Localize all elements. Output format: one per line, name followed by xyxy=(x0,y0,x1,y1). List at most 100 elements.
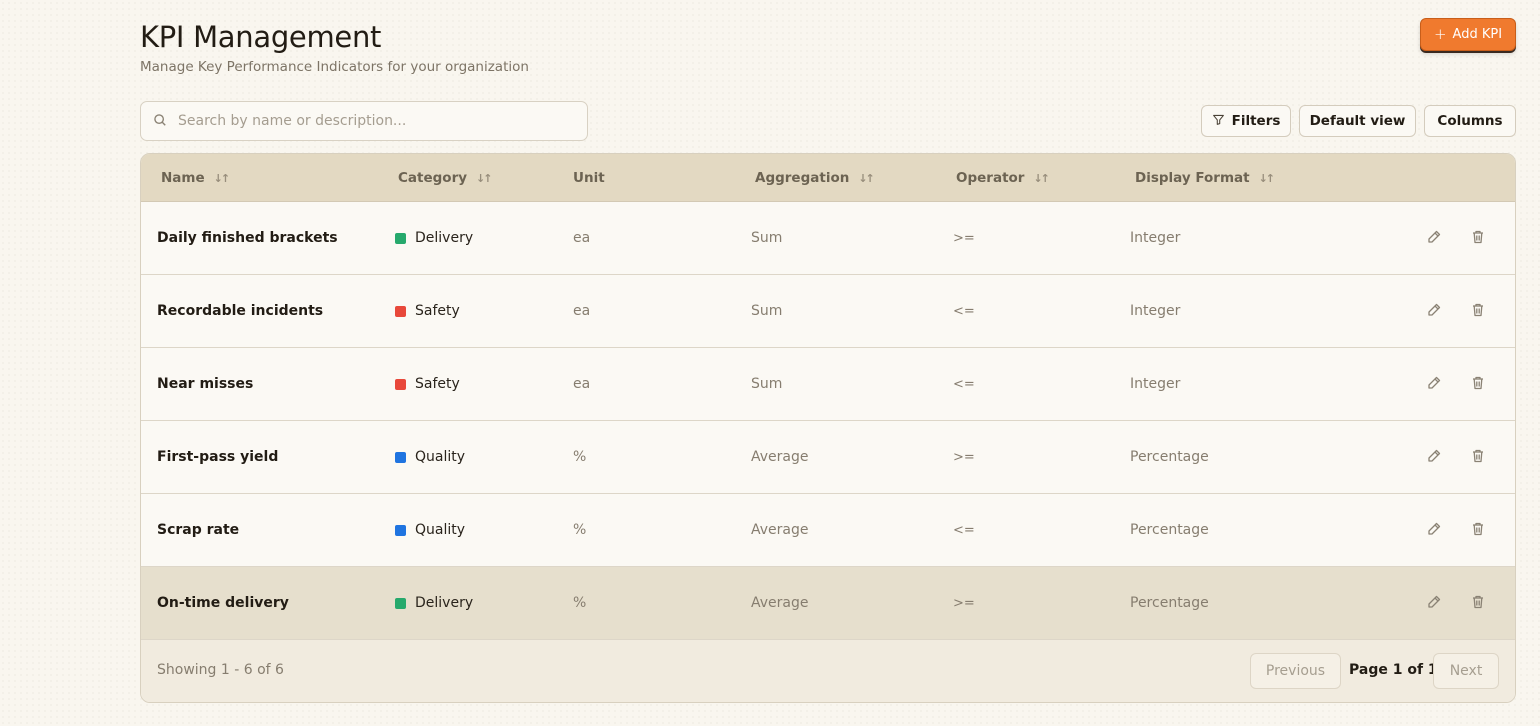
edit-icon[interactable] xyxy=(1426,302,1444,320)
category-color-swatch xyxy=(395,597,406,609)
table-row[interactable]: Near misses Safety ea Sum <= Integer xyxy=(141,348,1515,421)
kpi-operator: >= xyxy=(953,449,975,465)
default-view-button[interactable]: Default view xyxy=(1299,105,1416,137)
edit-icon[interactable] xyxy=(1426,375,1444,393)
kpi-display-format: Percentage xyxy=(1130,449,1209,465)
column-header-label: Unit xyxy=(573,170,605,186)
kpi-display-format: Integer xyxy=(1130,303,1181,319)
category-color-swatch xyxy=(395,378,406,390)
kpi-operator: <= xyxy=(953,522,975,538)
columns-label: Columns xyxy=(1437,113,1503,129)
kpi-unit: ea xyxy=(573,230,591,246)
trash-icon[interactable] xyxy=(1470,521,1488,539)
kpi-management-page: KPI Management Manage Key Performance In… xyxy=(0,0,1540,726)
sort-icon: ↓↑ xyxy=(1258,171,1276,185)
edit-icon[interactable] xyxy=(1426,229,1444,247)
filters-label: Filters xyxy=(1231,113,1281,129)
table-footer: Showing 1 - 6 of 6 Previous Page 1 of 1 … xyxy=(141,640,1515,702)
column-header-label: Operator xyxy=(956,170,1025,186)
edit-icon[interactable] xyxy=(1426,594,1444,612)
kpi-name: Near misses xyxy=(157,376,254,392)
kpi-name: Daily finished brackets xyxy=(157,230,338,246)
kpi-unit: % xyxy=(573,522,587,538)
kpi-unit: % xyxy=(573,595,587,611)
kpi-display-format: Integer xyxy=(1130,376,1181,392)
table-row[interactable]: On-time delivery Delivery% Average >= Percen… xyxy=(141,567,1515,640)
kpi-display-format: Percentage xyxy=(1130,522,1209,538)
previous-button[interactable]: Previous xyxy=(1250,653,1341,689)
search-box xyxy=(140,101,588,141)
filter-icon xyxy=(1212,113,1225,130)
showing-count: Showing 1 - 6 of 6 xyxy=(157,662,284,678)
kpi-name: On-time delivery xyxy=(157,595,289,611)
kpi-name: Recordable incidents xyxy=(157,303,324,319)
kpi-table: Name ↓↑ Category ↓↑ Unit Aggregation ↓↑ … xyxy=(140,153,1516,703)
page-info: Page 1 of 1 xyxy=(1349,662,1438,678)
trash-icon[interactable] xyxy=(1470,375,1488,393)
column-header-label: Name xyxy=(161,170,205,186)
filters-button[interactable]: Filters xyxy=(1201,105,1291,137)
kpi-aggregation: Average xyxy=(751,595,809,611)
column-header-aggregation[interactable]: Aggregation ↓↑ xyxy=(755,154,875,202)
table-row[interactable]: Recordable incidents Safety ea Sum <= Integer xyxy=(141,275,1515,348)
category-label: Safety xyxy=(415,303,460,319)
table-row[interactable]: First-pass yield Quality% Average >= Percent… xyxy=(141,421,1515,494)
kpi-name: First-pass yield xyxy=(157,449,279,465)
column-header-name[interactable]: Name ↓↑ xyxy=(161,154,231,202)
kpi-display-format: Integer xyxy=(1130,230,1181,246)
page-subtitle: Manage Key Performance Indicators for yo… xyxy=(140,59,529,75)
kpi-category: Safety xyxy=(395,275,460,347)
sort-icon: ↓↑ xyxy=(213,171,231,185)
trash-icon[interactable] xyxy=(1470,448,1488,466)
kpi-name: Scrap rate xyxy=(157,522,240,538)
search-input[interactable] xyxy=(178,113,558,129)
next-button[interactable]: Next xyxy=(1433,653,1499,689)
kpi-category: Quality xyxy=(395,494,465,566)
category-color-swatch xyxy=(395,524,406,536)
edit-icon[interactable] xyxy=(1426,448,1444,466)
kpi-operator: >= xyxy=(953,595,975,611)
kpi-unit: ea xyxy=(573,303,591,319)
category-color-swatch xyxy=(395,305,406,317)
kpi-aggregation: Sum xyxy=(751,376,783,392)
column-header-operator[interactable]: Operator ↓↑ xyxy=(956,154,1050,202)
category-label: Quality xyxy=(415,522,466,538)
table-row[interactable]: Daily finished brackets Delivery ea Sum >= In… xyxy=(141,202,1515,275)
default-view-label: Default view xyxy=(1309,113,1406,129)
category-color-swatch xyxy=(395,451,406,463)
table-header: Name ↓↑ Category ↓↑ Unit Aggregation ↓↑ … xyxy=(141,154,1515,202)
column-header-category[interactable]: Category ↓↑ xyxy=(398,154,493,202)
kpi-aggregation: Average xyxy=(751,522,809,538)
kpi-unit: % xyxy=(573,449,587,465)
column-header-label: Category xyxy=(398,170,468,186)
category-label: Safety xyxy=(415,376,460,392)
column-header-label: Aggregation xyxy=(755,170,850,186)
kpi-aggregation: Average xyxy=(751,449,809,465)
sort-icon: ↓↑ xyxy=(858,171,875,185)
kpi-operator: <= xyxy=(953,303,975,319)
kpi-category: Delivery xyxy=(395,202,473,274)
plus-icon: + xyxy=(1433,25,1447,43)
trash-icon[interactable] xyxy=(1470,594,1488,612)
kpi-aggregation: Sum xyxy=(751,303,783,319)
table-row[interactable]: Scrap rate Quality% Average <= Percentage xyxy=(141,494,1515,567)
add-kpi-label: Add KPI xyxy=(1452,27,1503,42)
trash-icon[interactable] xyxy=(1470,229,1488,247)
category-label: Quality xyxy=(415,449,466,465)
search-icon xyxy=(153,112,178,131)
kpi-display-format: Percentage xyxy=(1130,595,1209,611)
category-label: Delivery xyxy=(415,595,474,611)
column-header-unit: Unit xyxy=(573,154,605,202)
add-kpi-button[interactable]: + Add KPI xyxy=(1420,18,1516,51)
trash-icon[interactable] xyxy=(1470,302,1488,320)
category-label: Delivery xyxy=(415,230,474,246)
kpi-category: Quality xyxy=(395,421,465,493)
kpi-operator: >= xyxy=(953,230,975,246)
page-title: KPI Management xyxy=(140,20,382,54)
kpi-aggregation: Sum xyxy=(751,230,783,246)
column-header-display-format[interactable]: Display Format ↓↑ xyxy=(1135,154,1276,202)
sort-icon: ↓↑ xyxy=(1033,171,1050,185)
kpi-category: Safety xyxy=(395,348,460,420)
edit-icon[interactable] xyxy=(1426,521,1444,539)
columns-button[interactable]: Columns xyxy=(1424,105,1516,137)
